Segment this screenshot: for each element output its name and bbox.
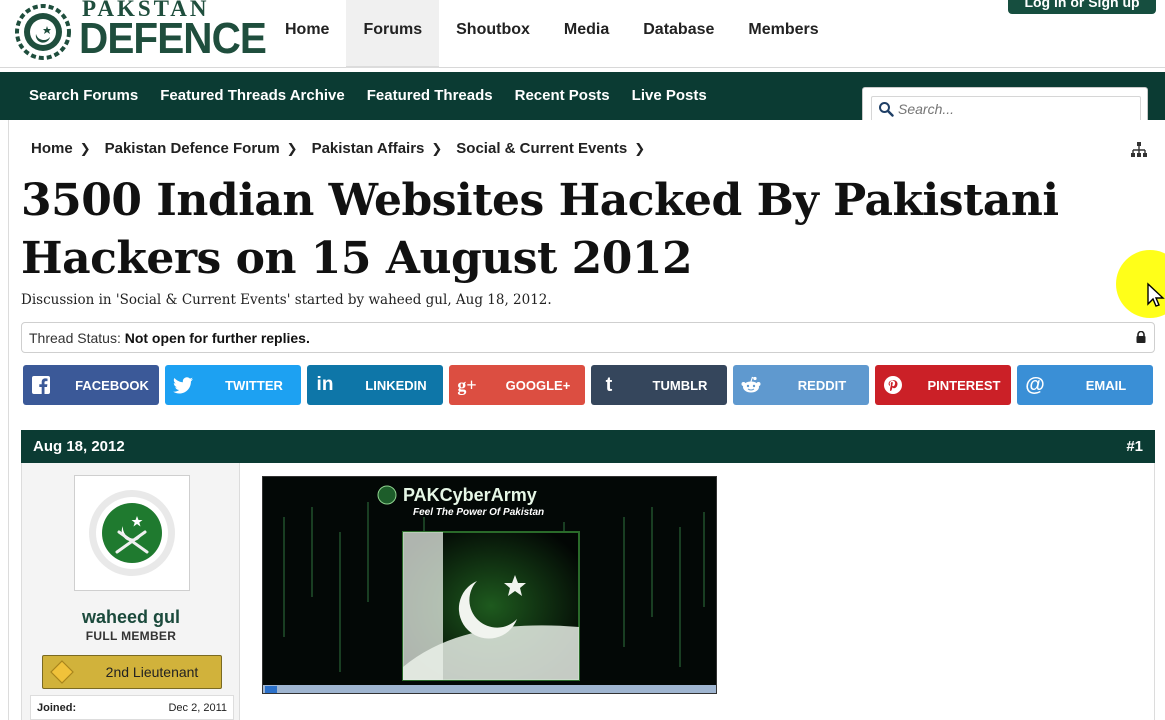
breadcrumb-pakistan-affairs[interactable]: Pakistan Affairs ❯: [312, 140, 443, 157]
breadcrumb: Home ❯ Pakistan Defence Forum ❯ Pakistan A…: [31, 140, 659, 157]
site-header: PAKSTAN DEFENCE Home Forums Shoutbox Med…: [0, 0, 1165, 68]
user-title: FULL MEMBER: [85, 629, 177, 643]
joined-value: Dec 2, 2011: [168, 702, 227, 714]
share-label: TWITTER: [225, 377, 283, 393]
thread-meta: Discussion in 'Social & Current Events' …: [21, 292, 552, 308]
nav-forums[interactable]: Forums: [346, 0, 440, 68]
search-icon: [879, 102, 894, 117]
post-body: waheed gul FULL MEMBER 2nd Lieutenant Jo…: [21, 463, 1155, 720]
joined-label: Joined:: [37, 702, 77, 714]
share-label: GOOGLE+: [505, 377, 571, 393]
tumblr-icon: t: [605, 373, 613, 396]
nav-database[interactable]: Database: [626, 0, 731, 68]
thread-status-bar: Thread Status: Not open for further repl…: [21, 322, 1155, 353]
share-linkedin-button[interactable]: in LINKEDIN: [307, 365, 443, 405]
cursor-highlight: [1116, 250, 1165, 318]
nav-members[interactable]: Members: [731, 0, 835, 68]
post-attachment-image[interactable]: PAKCyberArmy Feel The Power Of Pakistan: [262, 476, 717, 694]
share-label: FACEBOOK: [75, 377, 149, 393]
share-pinterest-button[interactable]: PINTEREST: [875, 365, 1011, 405]
main-content: Home ❯ Pakistan Defence Forum ❯ Pakistan A…: [8, 120, 1165, 720]
subnav-featured-threads[interactable]: Featured Threads: [356, 72, 504, 120]
breadcrumb-home[interactable]: Home ❯: [31, 140, 91, 157]
image-banner-subtitle: Feel The Power Of Pakistan: [413, 507, 544, 518]
reddit-icon: [733, 376, 769, 394]
breadcrumb-label: Home: [31, 140, 73, 157]
subnav-search-forums[interactable]: Search Forums: [18, 72, 149, 120]
nav-shoutbox[interactable]: Shoutbox: [439, 0, 547, 68]
subnav-featured-archive[interactable]: Featured Threads Archive: [149, 72, 356, 120]
avatar[interactable]: [74, 475, 190, 591]
post-date[interactable]: Aug 18, 2012: [33, 438, 125, 455]
pakistan-flag-screenshot-image: PAKCyberArmy Feel The Power Of Pakistan: [263, 477, 716, 693]
logo-main-text: DEFENCE: [79, 14, 267, 63]
nav-media[interactable]: Media: [547, 0, 626, 68]
share-label: REDDIT: [797, 377, 847, 393]
share-tumblr-button[interactable]: t TUMBLR: [591, 365, 727, 405]
logo-emblem-icon: [15, 4, 71, 60]
army-emblem-icon: [89, 490, 175, 576]
thread-title: 3500 Indian Websites Hacked By Pakistani…: [21, 175, 1059, 284]
breadcrumb-label: Social & Current Events: [456, 140, 628, 157]
rank-label: 2nd Lieutenant: [105, 664, 199, 680]
share-reddit-button[interactable]: REDDIT: [733, 365, 869, 405]
share-facebook-button[interactable]: FACEBOOK: [23, 365, 159, 405]
joined-row: Joined: Dec 2, 2011: [30, 695, 234, 720]
secondary-nav-links: Search Forums Featured Threads Archive F…: [18, 72, 718, 120]
share-twitter-button[interactable]: TWITTER: [165, 365, 301, 405]
share-label: EMAIL: [1085, 377, 1127, 393]
breadcrumb-label: Pakistan Defence Forum: [104, 140, 280, 157]
username-link[interactable]: waheed gul: [22, 607, 240, 628]
pinterest-icon: [875, 376, 911, 394]
share-label: LINKEDIN: [365, 377, 427, 393]
subnav-live-posts[interactable]: Live Posts: [621, 72, 718, 120]
linkedin-icon: in: [316, 374, 334, 395]
rank-badge: 2nd Lieutenant: [42, 655, 222, 689]
lock-icon: [1136, 331, 1146, 343]
subnav-recent-posts[interactable]: Recent Posts: [504, 72, 621, 120]
breadcrumb-social-current-events[interactable]: Social & Current Events ❯: [456, 140, 645, 157]
user-info-panel: waheed gul FULL MEMBER 2nd Lieutenant Jo…: [22, 463, 240, 720]
share-email-button[interactable]: @ EMAIL: [1017, 365, 1153, 405]
login-signup-button[interactable]: Log in or Sign up: [1008, 0, 1156, 14]
breadcrumb-label: Pakistan Affairs: [311, 140, 425, 157]
nav-home[interactable]: Home: [268, 0, 346, 68]
share-buttons: FACEBOOK TWITTER in LINKEDIN g+ GOOGLE+ …: [23, 365, 1159, 405]
main-nav: Home Forums Shoutbox Media Database Memb…: [268, 0, 836, 68]
share-label: PINTEREST: [927, 377, 1001, 393]
post-header: Aug 18, 2012 #1: [21, 430, 1155, 463]
share-google-plus-button[interactable]: g+ GOOGLE+: [449, 365, 585, 405]
post-number[interactable]: #1: [1126, 438, 1143, 455]
sitemap-icon[interactable]: [1131, 142, 1147, 158]
chevron-right-icon: ❯: [79, 140, 91, 156]
breadcrumb-pakistan-defence-forum[interactable]: Pakistan Defence Forum ❯: [105, 140, 298, 157]
thread-status-value: Not open for further replies.: [124, 330, 310, 346]
site-logo[interactable]: PAKSTAN DEFENCE: [12, 0, 267, 64]
share-label: TUMBLR: [652, 377, 708, 393]
twitter-icon: [165, 376, 201, 394]
chevron-right-icon: ❯: [634, 140, 646, 156]
chevron-right-icon: ❯: [431, 140, 443, 156]
google-plus-icon: g+: [457, 374, 477, 395]
search-input[interactable]: [898, 101, 1128, 117]
at-icon: @: [1025, 373, 1045, 396]
facebook-icon: [23, 376, 59, 394]
chevron-right-icon: ❯: [286, 140, 298, 156]
rank-diamond-icon: [50, 660, 74, 684]
thread-status-label: Thread Status:: [29, 330, 121, 346]
search-field: [871, 96, 1141, 122]
image-banner-title: PAKCyberArmy: [403, 485, 537, 505]
